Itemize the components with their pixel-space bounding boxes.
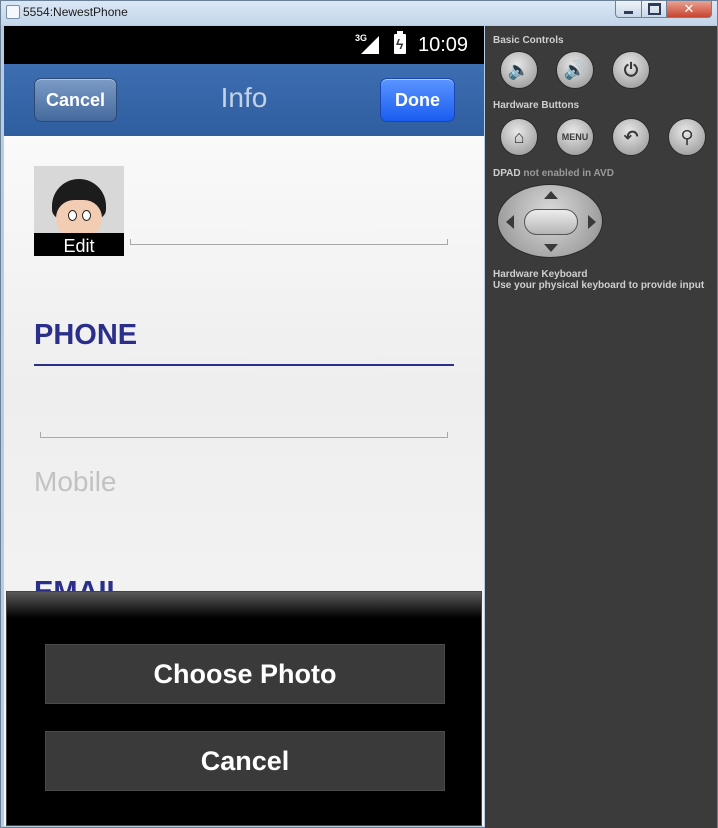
basic-controls-label: Basic Controls bbox=[493, 35, 564, 46]
status-time: 10:09 bbox=[418, 34, 469, 56]
phone-screen: 3G ϟ 10:09 Cancel Info Done Edit PHONE M… bbox=[4, 26, 484, 826]
window-title: 5554:NewestPhone bbox=[23, 5, 128, 19]
maximize-button[interactable] bbox=[641, 1, 667, 18]
dpad-label: DPAD not enabled in AVD bbox=[493, 168, 614, 179]
minimize-button[interactable] bbox=[615, 1, 642, 18]
avatar-eye-right bbox=[82, 210, 91, 221]
home-icon: ⌂ bbox=[513, 126, 525, 147]
dpad-label-text: DPAD bbox=[493, 168, 521, 179]
status-bar: 3G ϟ 10:09 bbox=[4, 26, 484, 64]
dpad-left-icon[interactable] bbox=[506, 215, 514, 229]
close-button[interactable]: ✕ bbox=[666, 1, 712, 18]
dpad-right-icon[interactable] bbox=[588, 215, 596, 229]
signal-icon bbox=[361, 36, 379, 54]
dpad-status: not enabled in AVD bbox=[523, 168, 614, 179]
battery-charging-icon: ϟ bbox=[394, 31, 406, 54]
dpad-control[interactable] bbox=[497, 184, 603, 258]
volume-down-button[interactable]: 🔈 bbox=[500, 51, 538, 89]
name-field[interactable] bbox=[130, 239, 448, 245]
search-icon: ⚲ bbox=[680, 126, 694, 147]
photo-action-sheet: Choose Photo Cancel bbox=[6, 591, 482, 826]
back-button[interactable]: ↶ bbox=[612, 118, 650, 156]
title-bar[interactable]: 5554:NewestPhone ✕ bbox=[1, 1, 717, 25]
emulator-control-panel: Basic Controls 🔈 🔊 ⏻ Hardware Buttons ⌂ … bbox=[485, 26, 717, 828]
hardware-buttons-label: Hardware Buttons bbox=[493, 100, 580, 111]
cancel-button[interactable]: Cancel bbox=[34, 78, 117, 122]
phone-section-divider bbox=[34, 364, 454, 366]
close-icon: ✕ bbox=[683, 1, 695, 16]
dpad-down-icon[interactable] bbox=[544, 244, 558, 252]
search-button[interactable]: ⚲ bbox=[668, 118, 706, 156]
contact-photo[interactable]: Edit bbox=[34, 166, 124, 256]
choose-photo-button[interactable]: Choose Photo bbox=[45, 644, 445, 704]
emulator-window: 5554:NewestPhone ✕ 3G ϟ 10:09 Cancel Inf… bbox=[0, 0, 718, 828]
edit-photo-label[interactable]: Edit bbox=[34, 233, 124, 256]
phone-number-field[interactable] bbox=[40, 432, 448, 438]
hardware-keyboard-label: Hardware Keyboard bbox=[493, 269, 588, 280]
avatar-eye-left bbox=[68, 210, 77, 221]
back-icon: ↶ bbox=[623, 126, 639, 147]
hardware-keyboard-hint: Use your physical keyboard to provide in… bbox=[493, 280, 705, 291]
phone-section-header: PHONE bbox=[34, 319, 138, 351]
volume-up-button[interactable]: 🔊 bbox=[556, 51, 594, 89]
mobile-label[interactable]: Mobile bbox=[34, 466, 116, 498]
dpad-up-icon[interactable] bbox=[544, 191, 558, 199]
power-icon: ⏻ bbox=[623, 59, 639, 80]
page-title: Info bbox=[220, 82, 268, 113]
home-button[interactable]: ⌂ bbox=[500, 118, 538, 156]
app-icon bbox=[6, 5, 20, 19]
navigation-bar: Cancel Info Done bbox=[4, 64, 484, 136]
power-button[interactable]: ⏻ bbox=[612, 51, 650, 89]
dpad-center-button[interactable] bbox=[524, 209, 578, 235]
menu-button[interactable]: MENU bbox=[556, 118, 594, 156]
sheet-cancel-button[interactable]: Cancel bbox=[45, 731, 445, 791]
volume-down-icon: 🔈 bbox=[507, 59, 531, 80]
done-button[interactable]: Done bbox=[380, 78, 455, 122]
volume-up-icon: 🔊 bbox=[563, 59, 587, 80]
